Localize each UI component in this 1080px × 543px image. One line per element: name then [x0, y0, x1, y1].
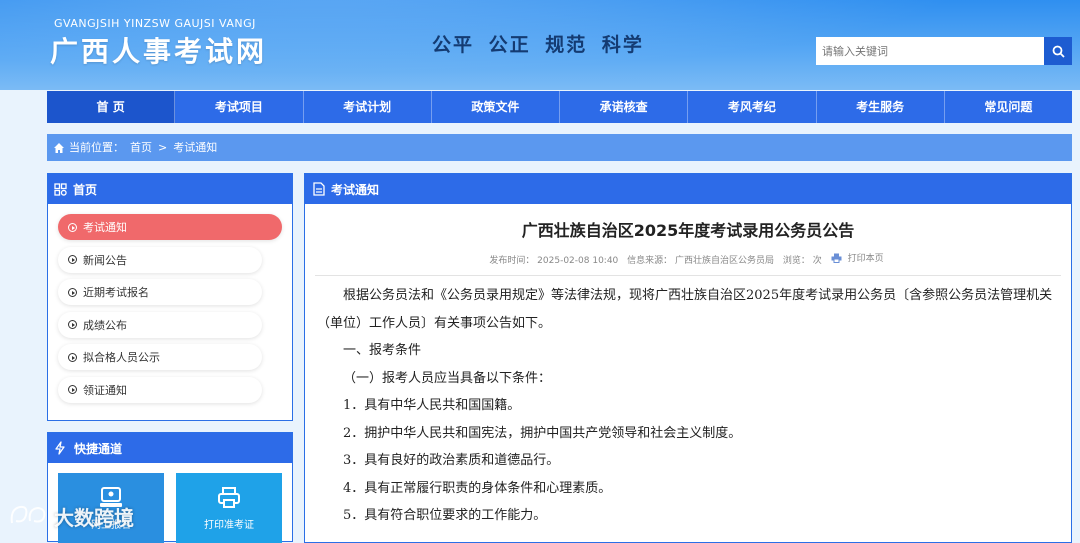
nav-home[interactable]: 首 页 — [47, 91, 176, 123]
sidebar-item-news[interactable]: 新闻公告 — [58, 246, 262, 273]
watermark-logo-icon — [10, 505, 46, 524]
watermark-text: 大数跨境 — [54, 505, 134, 530]
paragraph: 4．具有正常履行职责的身体条件和心理素质。 — [343, 480, 612, 496]
quick-access-header: 快捷通道 — [48, 433, 292, 463]
search-input[interactable] — [816, 37, 1045, 65]
paragraph: 根据公务员法和《公务员录用规定》等法律法规，现将广西壮族自治区2025年度考试录… — [317, 288, 1053, 331]
article-section-title: 考试通知 — [331, 182, 380, 197]
breadcrumb-current: 考试通知 — [173, 141, 218, 154]
search-button[interactable] — [1044, 37, 1072, 65]
breadcrumb-label: 当前位置： — [69, 141, 124, 154]
print-page-label: 打印本页 — [847, 254, 884, 264]
breadcrumb-separator: > — [158, 141, 168, 154]
sidebar-item-certificate[interactable]: 领证通知 — [58, 376, 262, 403]
nav-faq[interactable]: 常见问题 — [945, 91, 1072, 123]
paragraph: 5．具有符合职位要求的工作能力。 — [343, 508, 547, 523]
nav-exam-projects[interactable]: 考试项目 — [175, 91, 304, 123]
sidebar-item-scores[interactable]: 成绩公布 — [58, 311, 262, 338]
site-logo-title[interactable]: 广西人事考试网 — [50, 30, 267, 70]
paragraph: 1．具有中华人民共和国国籍。 — [343, 398, 521, 413]
publish-time: 发布时间： 2025-02-08 10:40 — [489, 255, 619, 266]
nav-candidate-service[interactable]: 考生服务 — [817, 91, 945, 123]
sidebar-item-label: 新闻公告 — [83, 253, 127, 267]
site-name-english: GVANGJSIH YINZSW GAUJSI VANGJ — [54, 17, 256, 30]
home-icon — [53, 142, 65, 154]
printer-icon — [831, 253, 842, 263]
paragraph: 2．拥护中华人民共和国宪法，拥护中国共产党领导和社会主义制度。 — [343, 425, 742, 441]
grid-icon — [54, 182, 67, 196]
view-count: 浏览： 次 — [782, 255, 822, 266]
play-circle-icon — [68, 352, 77, 362]
sidebar-item-label: 领证通知 — [83, 383, 127, 397]
article-panel-header: 考试通知 — [305, 174, 1071, 204]
document-icon — [313, 182, 325, 196]
paragraph: （一）报考人员应当具备以下条件： — [343, 370, 552, 386]
watermark: 大数跨境 — [8, 500, 148, 532]
main-nav: 首 页 考试项目 考试计划 政策文件 承诺核查 考风考纪 考生服务 常见问题 — [47, 91, 1072, 123]
site-slogan: 公平 公正 规范 科学 — [432, 34, 644, 56]
sidebar-menu: 考试通知 新闻公告 近期考试报名 成绩公布 拟合格人员公示 领证通知 — [48, 204, 292, 403]
breadcrumb-home-link[interactable]: 首页 — [130, 134, 152, 161]
search-icon — [1052, 45, 1065, 58]
play-circle-icon — [68, 385, 77, 394]
article-panel: 考试通知 广西壮族自治区2025年度考试录用公务员公告 发布时间： 2025-0… — [304, 173, 1072, 543]
print-admission-label: 打印准考证 — [204, 519, 254, 531]
sidebar-item-label: 考试通知 — [83, 221, 127, 234]
printer-icon — [218, 486, 240, 508]
print-page-link[interactable]: 打印本页 — [831, 251, 887, 264]
lightning-icon — [54, 441, 66, 455]
nav-policy[interactable]: 政策文件 — [432, 91, 560, 123]
play-circle-icon — [68, 287, 77, 297]
sidebar-item-label: 成绩公布 — [83, 318, 127, 332]
article-title: 广西壮族自治区2025年度考试录用公务员公告 — [521, 221, 855, 240]
search-bar — [816, 37, 1072, 65]
sidebar-item-exam-notice[interactable]: 考试通知 — [58, 214, 282, 240]
play-circle-icon — [68, 255, 77, 264]
sidebar-item-qualified-list[interactable]: 拟合格人员公示 — [58, 344, 262, 370]
info-source: 信息来源： 广西壮族自治区公务员局 — [627, 255, 775, 266]
nav-commitment-check[interactable]: 承诺核查 — [560, 91, 689, 123]
nav-exam-plan[interactable]: 考试计划 — [304, 91, 432, 123]
quick-access-title: 快捷通道 — [74, 441, 123, 456]
sidebar-item-label: 近期考试报名 — [83, 286, 149, 299]
sidebar-header: 首页 — [48, 174, 292, 204]
sidebar-panel: 首页 考试通知 新闻公告 近期考试报名 成绩公布 拟合格人员公示 领证通知 — [47, 173, 293, 421]
play-circle-icon — [68, 320, 77, 329]
sidebar-title: 首页 — [73, 182, 98, 197]
breadcrumb: 当前位置： 首页 > 考试通知 — [47, 134, 1072, 161]
nav-exam-discipline[interactable]: 考风考纪 — [688, 91, 817, 123]
play-circle-icon — [68, 222, 77, 232]
print-admission-button[interactable]: 打印准考证 — [176, 473, 282, 543]
paragraph: 一、报考条件 — [343, 343, 422, 358]
article-body: 根据公务员法和《公务员录用规定》等法律法规，现将广西壮族自治区2025年度考试录… — [305, 276, 1071, 530]
sidebar-item-registration[interactable]: 近期考试报名 — [58, 279, 262, 305]
article-meta: 发布时间： 2025-02-08 10:40 信息来源： 广西壮族自治区公务员局… — [305, 251, 1071, 266]
sidebar-item-label: 拟合格人员公示 — [83, 351, 160, 364]
paragraph: 3．具有良好的政治素质和道德品行。 — [343, 453, 560, 468]
